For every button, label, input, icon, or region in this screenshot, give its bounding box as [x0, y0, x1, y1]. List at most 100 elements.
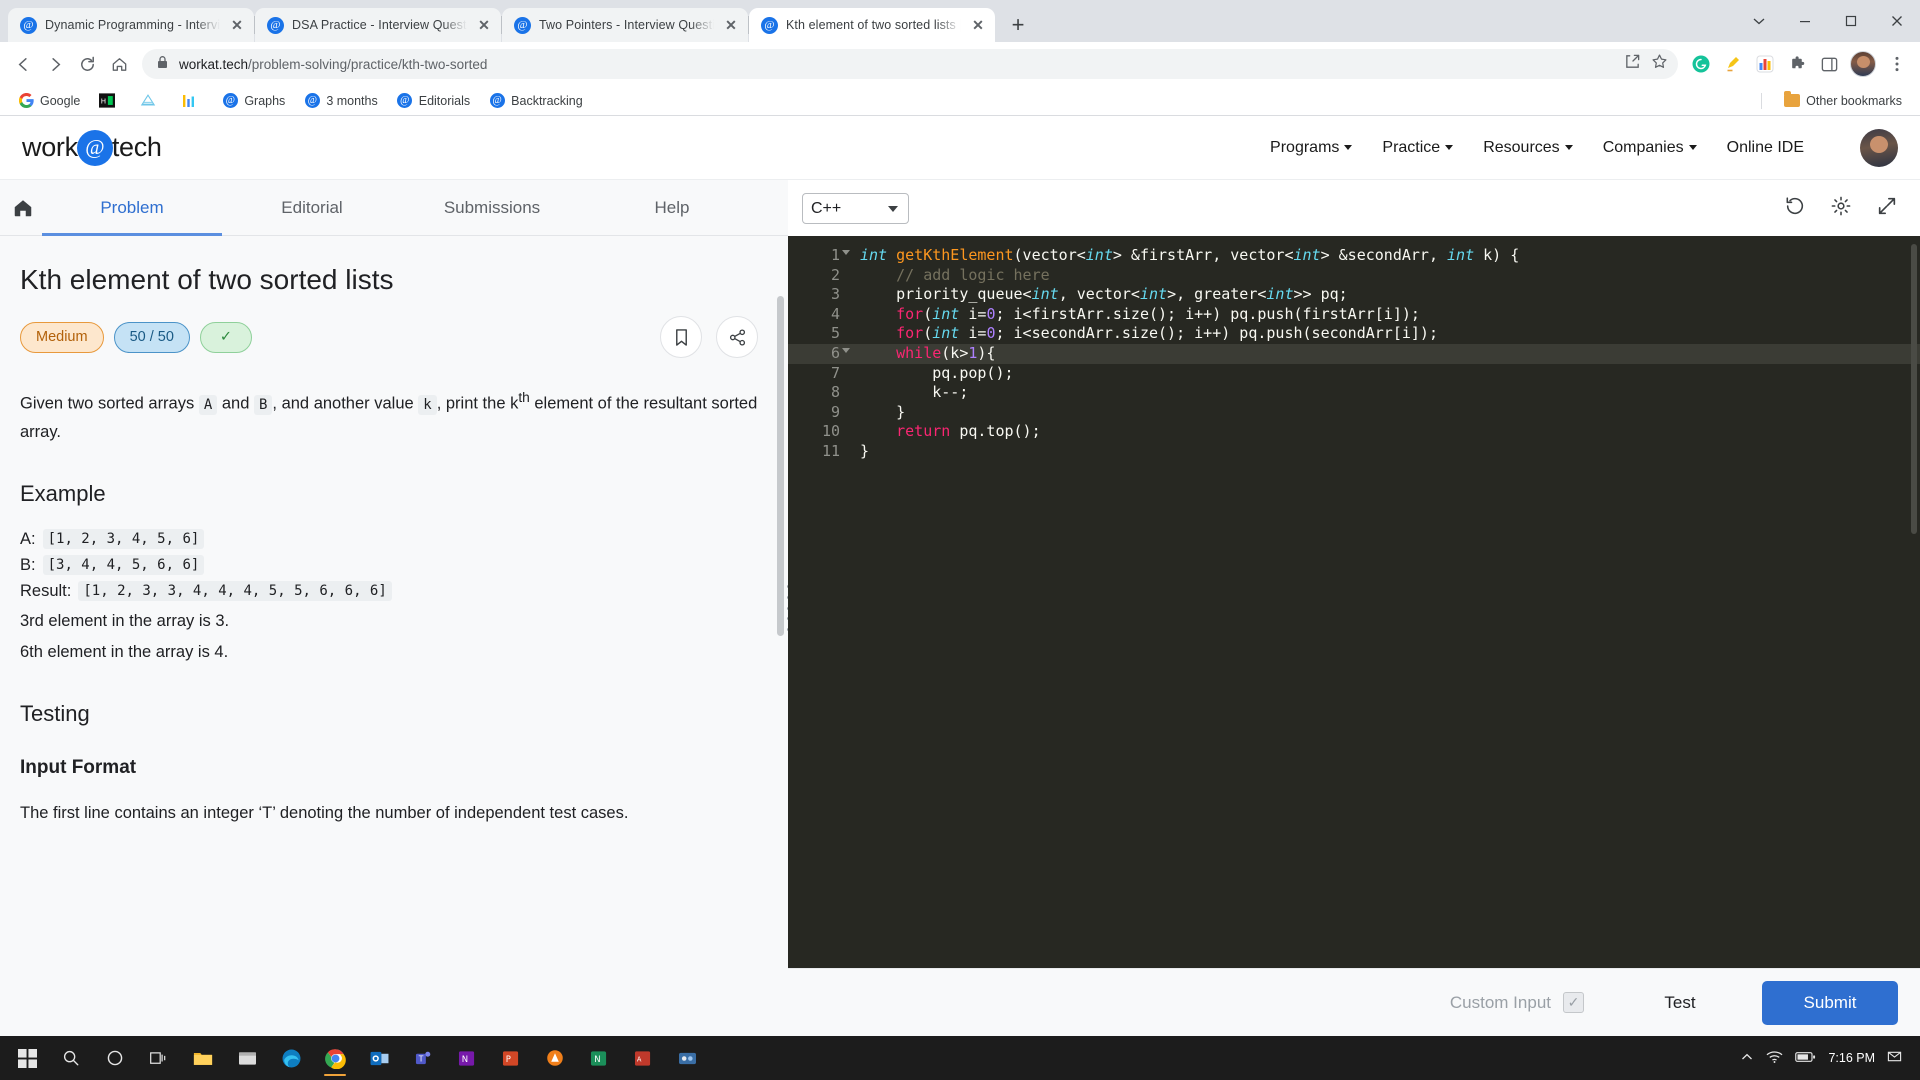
edge-icon[interactable]	[270, 1038, 312, 1078]
share-button[interactable]	[716, 316, 758, 358]
tab-close-icon[interactable]: ✕	[228, 16, 246, 34]
site-logo[interactable]: work @ tech	[22, 129, 162, 166]
submit-button[interactable]: Submit	[1762, 980, 1898, 1025]
home-icon[interactable]	[104, 49, 134, 79]
browser-tab-2[interactable]: @ DSA Practice - Interview Questions ✕	[255, 8, 502, 42]
bookmark-3-months[interactable]: @ 3 months	[296, 90, 385, 112]
file-explorer-icon[interactable]	[226, 1038, 268, 1078]
battery-icon[interactable]	[1795, 1051, 1816, 1066]
code-text: }	[860, 402, 906, 421]
expand-icon[interactable]	[1876, 195, 1898, 222]
vlc-icon[interactable]	[534, 1038, 576, 1078]
code-line[interactable]: 5 for(int i=0; i<secondArr.size(); i++) …	[788, 324, 1920, 344]
other-bookmarks-folder[interactable]: Other bookmarks	[1776, 90, 1910, 112]
gear-icon[interactable]	[1830, 195, 1852, 222]
user-avatar[interactable]	[1860, 128, 1898, 167]
editor-scrollbar[interactable]	[1911, 244, 1917, 534]
forward-icon[interactable]	[40, 49, 70, 79]
tray-chevron-up-icon[interactable]	[1740, 1050, 1754, 1067]
tab-close-icon[interactable]: ✕	[969, 16, 987, 34]
problem-scrollbar[interactable]	[777, 296, 784, 856]
reload-icon[interactable]	[72, 49, 102, 79]
nav-item-practice[interactable]: Practice	[1382, 139, 1454, 157]
bookmark-graphs[interactable]: @ Graphs	[214, 90, 293, 112]
bookmark-hackerearth[interactable]: H	[91, 90, 129, 112]
code-lines[interactable]: 1 int getKthElement(vector<int> &firstArr…	[788, 236, 1920, 462]
highlighter-extension-icon[interactable]	[1718, 49, 1748, 79]
start-icon[interactable]	[6, 1038, 48, 1078]
extensions-puzzle-icon[interactable]	[1782, 49, 1812, 79]
tab-editorial[interactable]: Editorial	[222, 180, 402, 235]
code-line[interactable]: 3 priority_queue<int, vector<int>, great…	[788, 285, 1920, 305]
maximize-icon[interactable]	[1828, 0, 1874, 42]
language-select[interactable]: C++	[802, 192, 909, 224]
pdf-icon[interactable]: A	[622, 1038, 664, 1078]
code-line[interactable]: 4 for(int i=0; i<firstArr.size(); i++) p…	[788, 305, 1920, 325]
grammarly-extension-icon[interactable]	[1686, 49, 1716, 79]
tab-help[interactable]: Help	[582, 180, 762, 235]
chevron-down-icon[interactable]	[1736, 0, 1782, 42]
scrollbar-thumb[interactable]	[777, 296, 784, 636]
test-button[interactable]: Test	[1624, 982, 1736, 1024]
code-line[interactable]: 6 while(k>1){	[788, 343, 1920, 364]
taskview-icon[interactable]	[138, 1038, 180, 1078]
bookmark-editorials[interactable]: @ Editorials	[389, 90, 478, 112]
nav-item-companies[interactable]: Companies	[1603, 139, 1697, 157]
share-page-icon[interactable]	[1624, 53, 1641, 75]
tab-submissions[interactable]: Submissions	[402, 180, 582, 235]
search-icon[interactable]	[50, 1038, 92, 1078]
minimize-icon[interactable]	[1782, 0, 1828, 42]
profile-avatar[interactable]	[1850, 51, 1876, 77]
fold-arrow-icon[interactable]	[842, 347, 850, 353]
home-button[interactable]	[4, 180, 42, 235]
browser-tab-3[interactable]: @ Two Pointers - Interview Questions ✕	[502, 8, 749, 42]
code-line[interactable]: 10 return pq.top();	[788, 422, 1920, 442]
powerpoint-icon[interactable]: P	[490, 1038, 532, 1078]
code-line[interactable]: 7 pq.pop();	[788, 364, 1920, 384]
bookmark-codechef[interactable]	[132, 90, 170, 112]
section-heading-example: Example	[20, 481, 106, 507]
code-line[interactable]: 11}	[788, 442, 1920, 462]
onenote-icon[interactable]: N	[446, 1038, 488, 1078]
chrome-menu-icon[interactable]	[1882, 49, 1912, 79]
app-icon[interactable]	[666, 1038, 708, 1078]
tab-close-icon[interactable]: ✕	[722, 16, 740, 34]
close-window-icon[interactable]	[1874, 0, 1920, 42]
outlook-icon[interactable]	[358, 1038, 400, 1078]
cortana-icon[interactable]	[94, 1038, 136, 1078]
taskbar-clock[interactable]: 7:16 PM	[1828, 1051, 1875, 1065]
code-line[interactable]: 9 }	[788, 403, 1920, 423]
notifications-icon[interactable]	[1887, 1049, 1902, 1067]
nav-item-online-ide[interactable]: Online IDE	[1727, 139, 1804, 157]
sidepanel-icon[interactable]	[1814, 49, 1844, 79]
code-line[interactable]: 8 k--;	[788, 383, 1920, 403]
code-line[interactable]: 2 // add logic here	[788, 266, 1920, 286]
folder-icon[interactable]	[182, 1038, 224, 1078]
bookmark-star-icon[interactable]	[1651, 53, 1668, 75]
reset-icon[interactable]	[1784, 195, 1806, 222]
fold-arrow-icon[interactable]	[842, 250, 850, 255]
code-line[interactable]: 1 int getKthElement(vector<int> &firstArr…	[788, 246, 1920, 266]
nav-item-programs[interactable]: Programs	[1270, 139, 1353, 157]
nav-item-resources[interactable]: Resources	[1483, 139, 1573, 157]
editor-panel: C++ 1 int getKthElement(vector<int> &fir…	[788, 180, 1920, 1036]
bookmark-chart[interactable]	[173, 90, 211, 112]
tab-close-icon[interactable]: ✕	[475, 16, 493, 34]
notion-icon[interactable]: N	[578, 1038, 620, 1078]
browser-tab-4-active[interactable]: @ Kth element of two sorted lists | Prac…	[749, 8, 995, 42]
wifi-icon[interactable]	[1766, 1050, 1783, 1067]
back-icon[interactable]	[8, 49, 38, 79]
extension-colored-icon[interactable]	[1750, 49, 1780, 79]
bookmark-button[interactable]	[660, 316, 702, 358]
new-tab-button[interactable]: +	[1003, 10, 1033, 40]
address-bar[interactable]: workat.tech/problem-solving/practice/kth…	[142, 49, 1678, 79]
bookmark-google[interactable]: Google	[10, 90, 88, 112]
chrome-icon[interactable]	[314, 1038, 356, 1078]
bookmark-backtracking[interactable]: @ Backtracking	[481, 90, 591, 112]
tab-problem[interactable]: Problem	[42, 180, 222, 236]
custom-input-checkbox[interactable]: ✓	[1563, 992, 1584, 1013]
teams-icon[interactable]: T	[402, 1038, 444, 1078]
page-title: Kth element of two sorted lists	[20, 264, 394, 295]
code-editor[interactable]: 1 int getKthElement(vector<int> &firstArr…	[788, 236, 1920, 968]
browser-tab-1[interactable]: @ Dynamic Programming - Interview Questi…	[8, 8, 255, 42]
